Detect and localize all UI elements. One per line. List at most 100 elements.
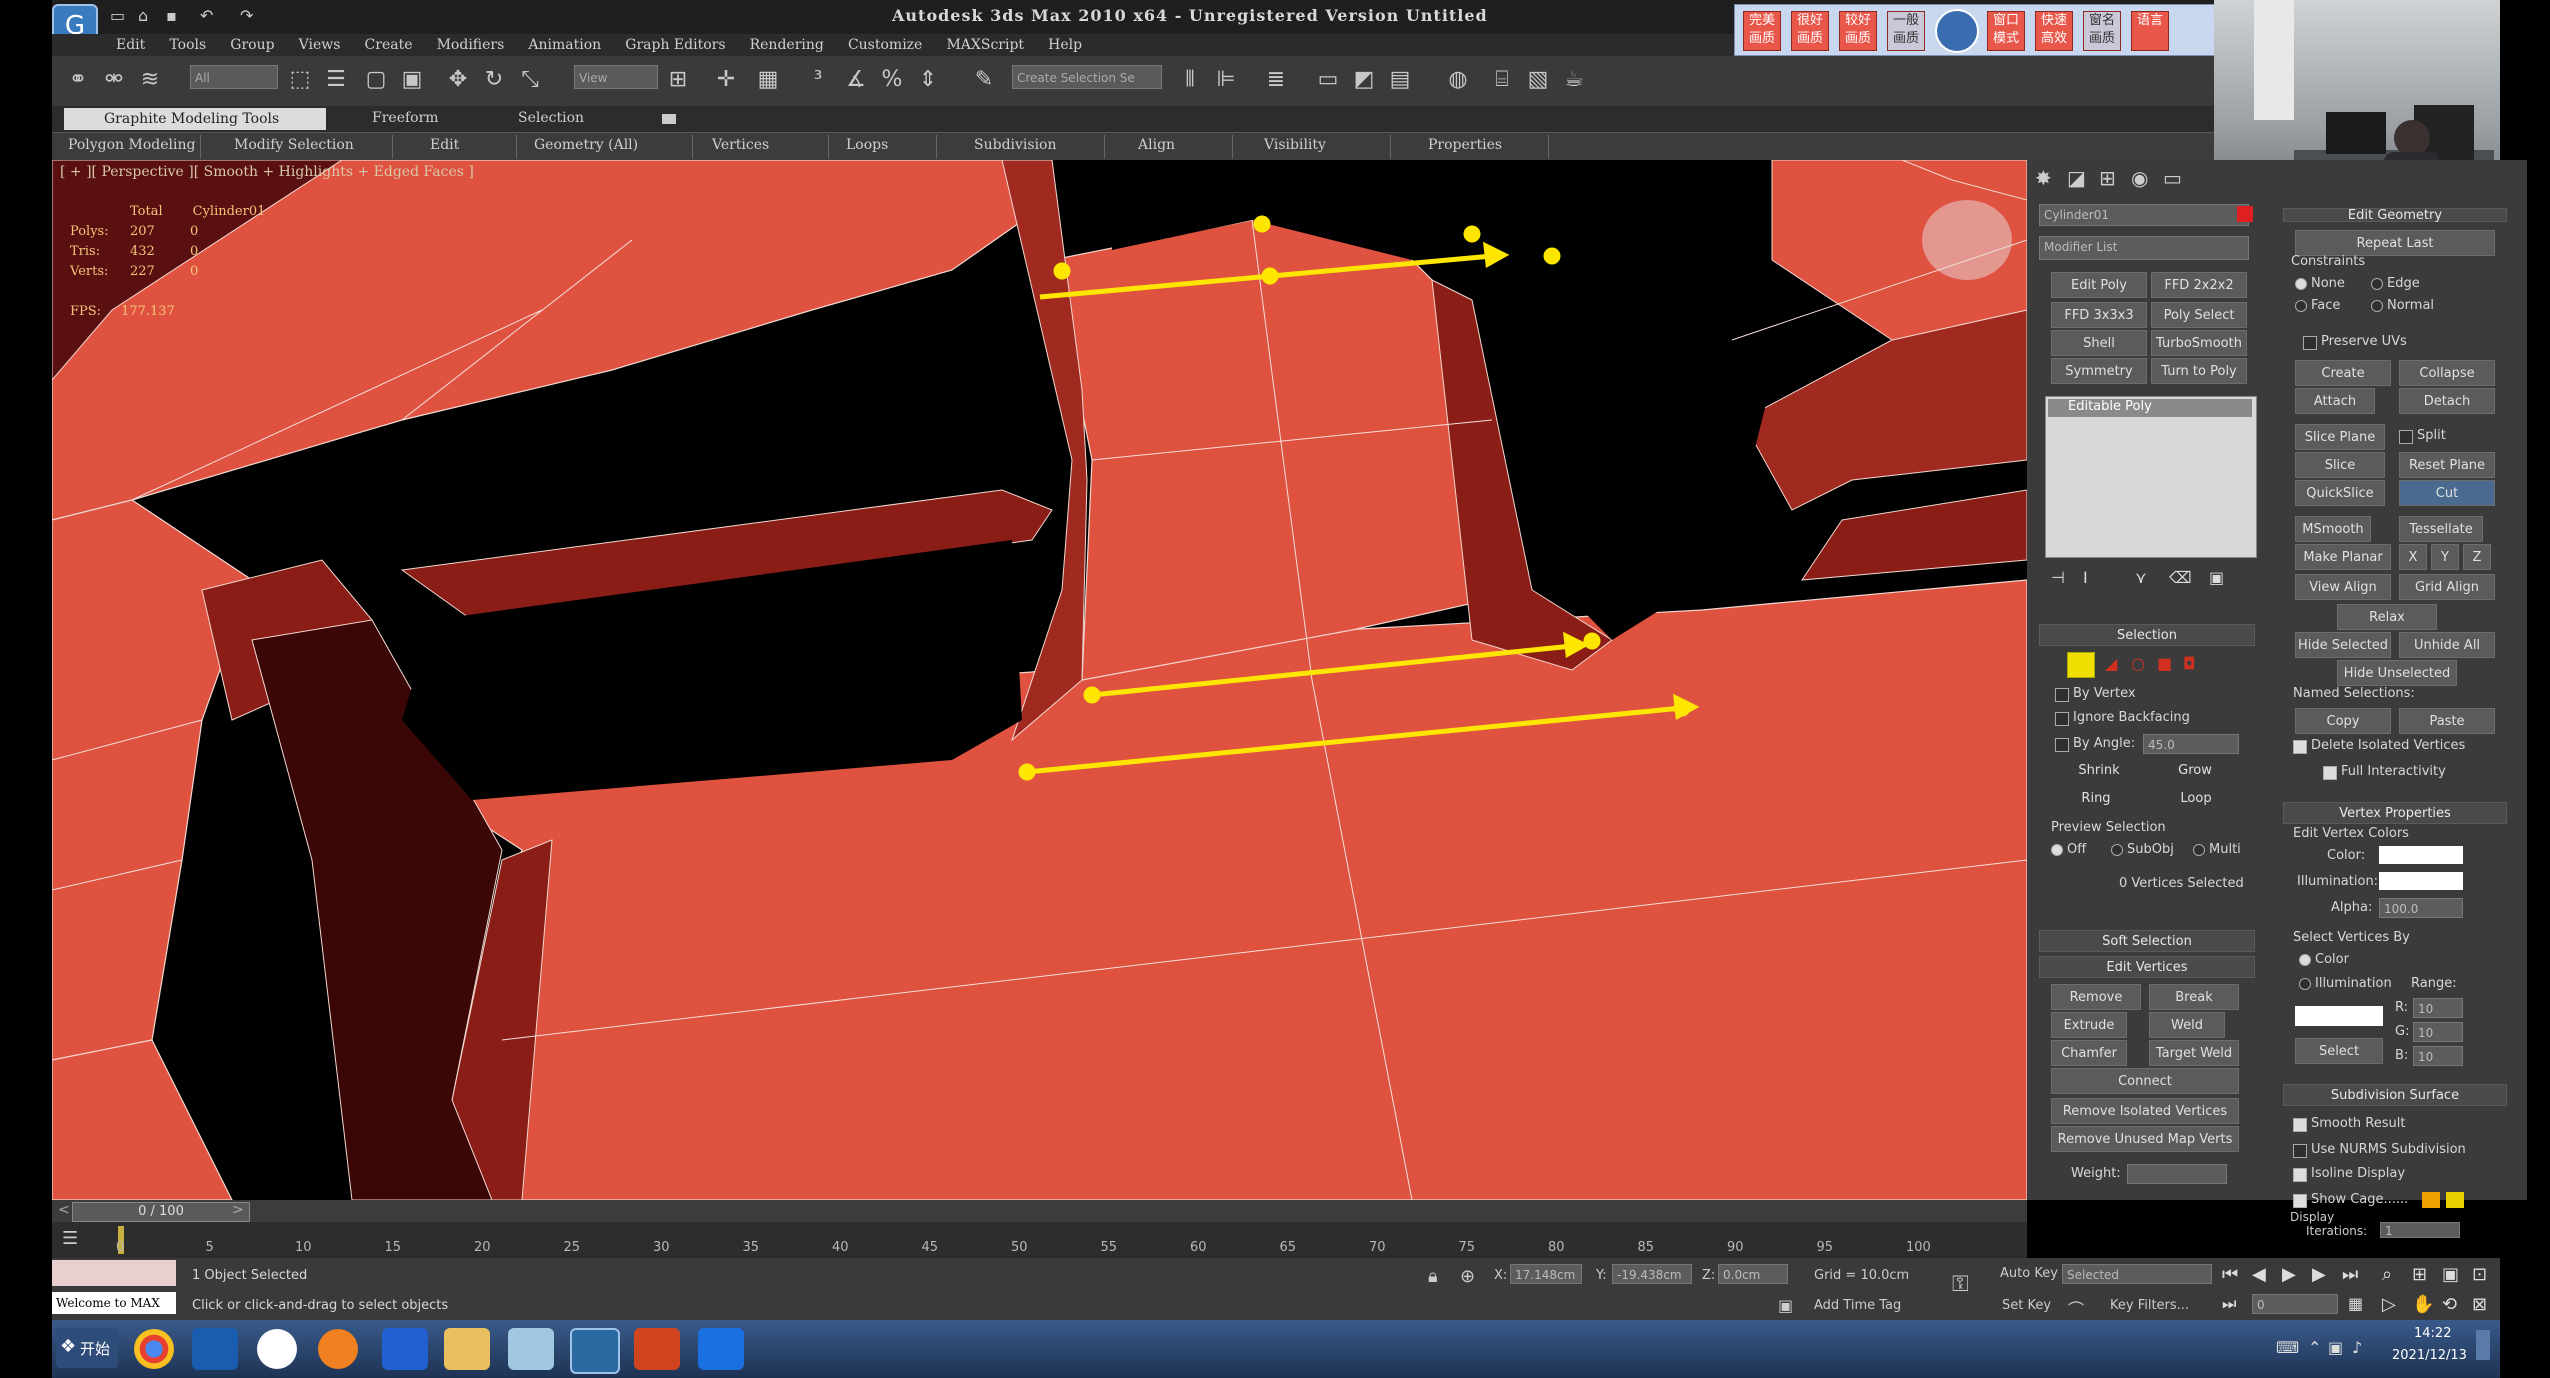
- collapse-button[interactable]: Collapse: [2399, 360, 2495, 386]
- menu-create[interactable]: Create: [365, 37, 413, 53]
- menu-help[interactable]: Help: [1048, 37, 1082, 53]
- border-mode-icon[interactable]: ○: [2131, 654, 2145, 673]
- planar-z-button[interactable]: Z: [2463, 544, 2491, 570]
- pin-stack-icon[interactable]: ⊣: [2051, 568, 2065, 587]
- extrude-button[interactable]: Extrude: [2051, 1012, 2127, 1038]
- key-filters-button[interactable]: Key Filters...: [2110, 1298, 2189, 1313]
- 3ds-max-taskbar-icon[interactable]: [570, 1328, 620, 1374]
- app-arrow-icon[interactable]: [698, 1328, 744, 1370]
- add-time-tag[interactable]: Add Time Tag: [1814, 1298, 1901, 1313]
- smooth-result-checkbox[interactable]: [2293, 1118, 2307, 1132]
- panel-vertices[interactable]: Vertices: [712, 137, 769, 153]
- save-file-icon[interactable]: ▪: [166, 6, 177, 25]
- use-nurms-checkbox[interactable]: [2293, 1144, 2307, 1158]
- z-coord-field[interactable]: 0.0cm: [1718, 1264, 1788, 1284]
- by-angle-checkbox[interactable]: [2055, 738, 2069, 752]
- app-s-icon[interactable]: [192, 1328, 238, 1370]
- scale-icon[interactable]: ⤡: [516, 66, 544, 94]
- show-cage-checkbox[interactable]: [2293, 1194, 2307, 1208]
- constraint-none-radio[interactable]: [2295, 278, 2307, 290]
- window-quality-button[interactable]: 窗名画质: [2083, 11, 2121, 51]
- maximize-viewport-icon[interactable]: ⊠: [2472, 1294, 2487, 1315]
- hierarchy-tab-icon[interactable]: ⊞: [2099, 166, 2116, 190]
- angle-snap-icon[interactable]: ∡: [842, 66, 870, 94]
- quality-normal-button[interactable]: 一般画质: [1887, 11, 1925, 51]
- ignore-backfacing-checkbox[interactable]: [2055, 712, 2069, 726]
- stack-item-editable-poly[interactable]: Editable Poly: [2048, 399, 2252, 417]
- tessellate-button[interactable]: Tessellate: [2399, 516, 2483, 542]
- configure-sets-icon[interactable]: ▣: [2209, 568, 2224, 587]
- schematic-view-icon[interactable]: ▤: [1386, 66, 1414, 94]
- y-coord-field[interactable]: -19.438cm: [1612, 1264, 1692, 1284]
- subdivision-surface-rollout-header[interactable]: Subdivision Surface: [2283, 1084, 2507, 1106]
- symmetry-button[interactable]: Symmetry: [2051, 358, 2147, 384]
- preview-off-radio[interactable]: [2051, 844, 2063, 856]
- isoline-display-checkbox[interactable]: [2293, 1168, 2307, 1182]
- panel-modify-selection[interactable]: Modify Selection: [234, 137, 354, 153]
- vertex-properties-rollout-header[interactable]: Vertex Properties: [2283, 802, 2507, 824]
- iterations-spinner[interactable]: 1: [2380, 1222, 2460, 1238]
- maxscript-listener[interactable]: [52, 1260, 176, 1286]
- panel-subdivision[interactable]: Subdivision: [974, 137, 1057, 153]
- unhide-all-button[interactable]: Unhide All: [2399, 632, 2495, 658]
- select-by-color-radio[interactable]: [2299, 954, 2311, 966]
- graphite-toggle-icon[interactable]: ▭: [1314, 66, 1342, 94]
- create-button[interactable]: Create: [2295, 360, 2391, 386]
- menu-modifiers[interactable]: Modifiers: [437, 37, 505, 53]
- remove-isolated-button[interactable]: Remove Isolated Vertices: [2051, 1098, 2239, 1124]
- auto-key-button[interactable]: Auto Key: [2000, 1266, 2058, 1281]
- link-icon[interactable]: ⚭: [64, 66, 92, 94]
- cut-button[interactable]: Cut: [2399, 480, 2495, 506]
- preview-subobj-radio[interactable]: [2111, 844, 2123, 856]
- vertex-illumination-swatch[interactable]: [2379, 872, 2463, 890]
- modify-tab-icon[interactable]: ◪: [2067, 166, 2086, 190]
- time-config-icon[interactable]: ▦: [2348, 1294, 2363, 1313]
- panel-polygon-modeling[interactable]: Polygon Modeling: [68, 137, 195, 153]
- detach-button[interactable]: Detach: [2399, 388, 2495, 414]
- menu-group[interactable]: Group: [230, 37, 274, 53]
- bind-space-warp-icon[interactable]: ≋: [136, 66, 164, 94]
- new-file-icon[interactable]: ▭: [110, 6, 125, 25]
- view-align-button[interactable]: View Align: [2295, 574, 2391, 600]
- tab-selection[interactable]: Selection: [518, 110, 584, 126]
- show-desktop-button[interactable]: [2476, 1330, 2490, 1360]
- menu-views[interactable]: Views: [299, 37, 341, 53]
- window-mode-button[interactable]: 窗口模式: [1987, 11, 2025, 51]
- tray-expand-icon[interactable]: ⌃: [2308, 1338, 2321, 1357]
- chamfer-button[interactable]: Chamfer: [2051, 1040, 2127, 1066]
- modifier-list-dropdown[interactable]: Modifier List: [2039, 236, 2249, 260]
- mirror-icon[interactable]: ⫴: [1176, 66, 1204, 94]
- mini-curve-editor-icon[interactable]: ☰: [62, 1228, 78, 1249]
- goto-start-icon[interactable]: ⏮: [2222, 1264, 2238, 1285]
- constraint-edge-radio[interactable]: [2371, 278, 2383, 290]
- panel-align[interactable]: Align: [1138, 137, 1175, 153]
- align-icon[interactable]: ⊫: [1212, 66, 1240, 94]
- menu-maxscript[interactable]: MAXScript: [946, 37, 1024, 53]
- unlink-icon[interactable]: ⚮: [100, 66, 128, 94]
- select-manipulate-icon[interactable]: ✛: [712, 66, 740, 94]
- prev-frame-icon[interactable]: <: [58, 1202, 70, 1218]
- copy-button[interactable]: Copy: [2295, 708, 2391, 734]
- play-icon[interactable]: ▶: [2282, 1264, 2296, 1285]
- connect-button[interactable]: Connect: [2051, 1068, 2239, 1094]
- rect-selection-icon[interactable]: ▢: [362, 66, 390, 94]
- by-vertex-checkbox[interactable]: [2055, 688, 2069, 702]
- panel-visibility[interactable]: Visibility: [1264, 137, 1326, 153]
- maxscript-mini-listener[interactable]: Welcome to MAX: [52, 1292, 176, 1314]
- panel-properties[interactable]: Properties: [1428, 137, 1502, 153]
- next-key-icon[interactable]: ▶: [2312, 1264, 2326, 1285]
- zoom-extents-icon[interactable]: ▣: [2442, 1264, 2459, 1285]
- goto-end-icon[interactable]: ⏭: [2342, 1264, 2358, 1285]
- constraint-normal-radio[interactable]: [2371, 300, 2383, 312]
- quality-good-button[interactable]: 较好画质: [1839, 11, 1877, 51]
- weight-spinner[interactable]: [2127, 1164, 2227, 1184]
- set-key-button[interactable]: Set Key: [2002, 1298, 2051, 1313]
- show-end-result-icon[interactable]: I: [2083, 568, 2088, 587]
- pan-icon[interactable]: ✋: [2412, 1294, 2434, 1315]
- menu-tools[interactable]: Tools: [169, 37, 206, 53]
- planar-x-button[interactable]: X: [2399, 544, 2427, 570]
- render-teapot-icon[interactable]: ☕: [1560, 66, 1588, 94]
- range-b-spinner[interactable]: 10: [2413, 1046, 2463, 1066]
- set-key-icon[interactable]: ⚿: [1952, 1272, 1969, 1297]
- edge-mode-icon[interactable]: ◢: [2105, 654, 2117, 673]
